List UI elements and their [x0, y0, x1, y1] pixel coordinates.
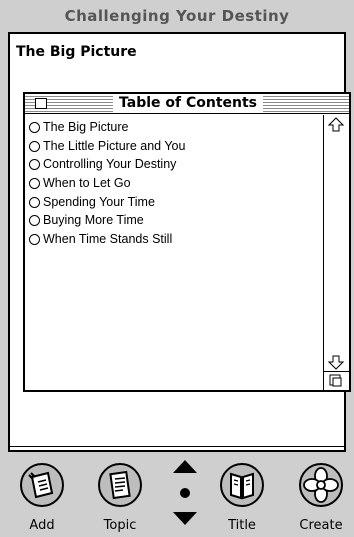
toc-item-controlling-destiny[interactable]: Controlling Your Destiny [27, 155, 321, 174]
toc-item-let-go[interactable]: When to Let Go [27, 174, 321, 193]
toc-list: The Big Picture The Little Picture and Y… [27, 118, 321, 249]
toc-item-spending-time[interactable]: Spending Your Time [27, 193, 321, 212]
toc-item-label: Spending Your Time [43, 194, 155, 209]
title-button[interactable]: Title [216, 462, 268, 534]
radio-icon[interactable] [29, 215, 40, 227]
close-box-icon[interactable] [35, 98, 47, 109]
toc-window: Table of Contents The Big Picture The Li… [23, 92, 351, 392]
page-nav-arrows [168, 456, 202, 531]
toc-item-big-picture[interactable]: The Big Picture [27, 118, 321, 137]
radio-icon[interactable] [29, 196, 40, 208]
create-button-label: Create [299, 518, 343, 533]
radio-icon[interactable] [29, 178, 40, 190]
arrow-up-icon[interactable] [173, 460, 197, 473]
title-button-label: Title [228, 518, 256, 533]
toc-item-little-picture[interactable]: The Little Picture and You [27, 137, 321, 156]
toc-item-label: The Big Picture [43, 120, 129, 134]
radio-icon[interactable] [29, 140, 40, 152]
toc-item-buying-time[interactable]: Buying More Time [27, 211, 321, 230]
toc-item-time-stands-still[interactable]: When Time Stands Still [27, 230, 321, 249]
toc-scrollbar[interactable] [323, 115, 349, 390]
grow-box-icon[interactable] [324, 371, 349, 390]
toc-item-label: The Little Picture and You [43, 138, 186, 153]
toc-item-label: When to Let Go [43, 176, 131, 191]
radio-icon[interactable] [29, 122, 40, 133]
app-title: Challenging Your Destiny [64, 7, 290, 25]
add-page-icon [20, 463, 64, 507]
topic-button-label: Topic [103, 518, 137, 533]
topic-page-icon [98, 463, 142, 507]
toc-item-label: Buying More Time [43, 213, 144, 228]
topic-button[interactable]: Topic [94, 462, 146, 534]
create-flower-icon [299, 463, 343, 507]
arrow-down-icon[interactable] [173, 512, 197, 525]
toc-title: Table of Contents [113, 95, 264, 112]
radio-icon[interactable] [29, 159, 40, 171]
toc-item-label: Controlling Your Destiny [43, 157, 177, 172]
page-panel: The Big Picture Table of Contents The Bi… [8, 32, 351, 452]
toc-item-label: When Time Stands Still [43, 232, 173, 247]
title-book-icon [220, 463, 264, 507]
page-divider [10, 446, 344, 447]
add-button-label: Add [29, 518, 55, 533]
nav-bar: Add Topic Title Create [0, 456, 354, 537]
add-button[interactable]: Add [16, 462, 68, 534]
dot-icon[interactable] [180, 488, 190, 498]
page-heading: The Big Picture [16, 44, 137, 60]
create-button[interactable]: Create [288, 462, 354, 534]
toc-titlebar[interactable]: Table of Contents [25, 94, 349, 114]
scroll-down-arrow-icon[interactable] [328, 354, 344, 370]
scroll-up-arrow-icon[interactable] [328, 117, 344, 133]
radio-icon[interactable] [29, 234, 40, 246]
